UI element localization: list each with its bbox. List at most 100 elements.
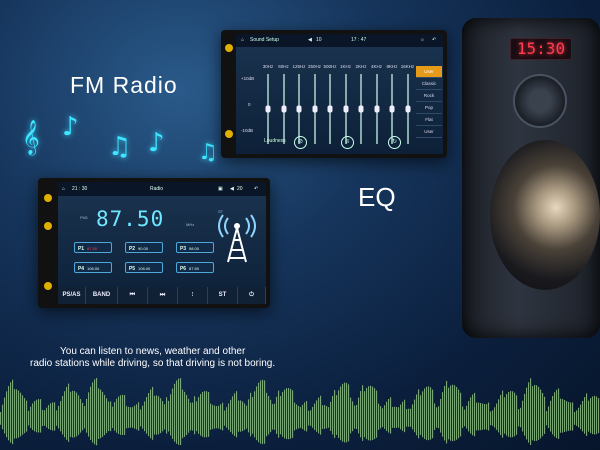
home-icon[interactable]: ⌂ <box>62 182 65 196</box>
preset-label: P4 <box>77 266 85 272</box>
waveform-bar <box>446 380 448 444</box>
back-icon[interactable]: ↶ <box>254 182 258 196</box>
display-icon[interactable]: ▣ <box>218 182 223 196</box>
preset-button-p2[interactable]: P2 90.00 <box>125 242 163 253</box>
eq-preset-rock[interactable]: Rock <box>416 90 442 102</box>
preset-button-p4[interactable]: P4 106.00 <box>74 262 112 273</box>
waveform-bar <box>454 385 456 441</box>
waveform-bar <box>574 411 576 425</box>
eq-icon[interactable]: ⫶ <box>178 287 208 304</box>
preset-label: P1 <box>77 246 85 252</box>
preset-button-p3[interactable]: P3 98.00 <box>176 242 214 253</box>
waveform-bar <box>284 389 286 439</box>
volume-knob-icon[interactable] <box>44 282 52 290</box>
home-icon[interactable]: ⌂ <box>241 34 244 47</box>
eq-band-label: 30Hz <box>262 64 274 69</box>
eq-band-label: 250Hz <box>307 64 322 69</box>
waveform-bar <box>556 389 558 439</box>
waveform-bar <box>368 386 370 441</box>
eq-slider-handle[interactable] <box>343 105 348 113</box>
power-icon[interactable]: ⏻ <box>238 287 266 304</box>
power-knob-icon[interactable] <box>44 194 52 202</box>
waveform-bar <box>50 403 52 431</box>
waveform-bar <box>242 401 244 432</box>
waveform-bar <box>342 383 344 442</box>
frequency-unit: MHz <box>186 222 195 227</box>
waveform-bar <box>28 410 30 426</box>
preset-button-p6[interactable]: P6 87.50 <box>176 262 214 273</box>
waveform-bar <box>568 401 570 431</box>
waveform-bar <box>370 385 372 441</box>
brightness-icon[interactable]: ☼ <box>420 34 425 47</box>
eq-preset-pop[interactable]: Pop <box>416 102 442 114</box>
eq-reset-icon[interactable]: ≡ <box>341 136 354 149</box>
back-icon[interactable]: ↶ <box>432 34 436 47</box>
eq-preset-classic[interactable]: Classic <box>416 78 442 90</box>
waveform-bar <box>580 404 582 430</box>
waveform-bar <box>442 392 444 437</box>
eq-slider-handle[interactable] <box>281 105 286 113</box>
power-knob-icon[interactable] <box>225 44 233 52</box>
waveform-bar <box>172 388 174 439</box>
eq-slider-handle[interactable] <box>296 105 302 113</box>
eq-slider-handle[interactable] <box>358 105 364 113</box>
prev-button[interactable]: ⏮ <box>118 287 148 304</box>
waveform-bar <box>422 391 424 438</box>
radio-status-bar: ⌂ 21 : 30 Radio ▣ ◀ 20 ↶ <box>58 182 266 196</box>
music-note-icon: ♪ <box>148 128 165 158</box>
eq-slider-handle[interactable] <box>327 105 333 113</box>
waveform-bar <box>324 405 326 429</box>
next-button[interactable]: ⏭ <box>148 287 178 304</box>
waveform-bar <box>544 396 546 434</box>
waveform-bar <box>530 378 532 446</box>
mode-button-icon[interactable] <box>44 222 52 230</box>
preset-label: P6 <box>179 266 187 272</box>
waveform-bar <box>118 396 120 435</box>
st-button[interactable]: ST <box>208 287 238 304</box>
eq-preset-flat[interactable]: Flat <box>416 114 442 126</box>
eq-slider-handle[interactable] <box>312 105 317 113</box>
eq-screen: ⌂ Sound Setup ◀ 10 17 : 47 ☼ ↶ +10dB 0 -… <box>236 34 443 154</box>
waveform-bar <box>234 393 236 436</box>
ps-as-button[interactable]: PS/AS <box>58 287 86 304</box>
waveform-bar <box>220 404 222 430</box>
waveform-bar <box>22 395 24 435</box>
waveform-bar <box>152 386 154 440</box>
eq-slider-handle[interactable] <box>374 105 379 113</box>
waveform-bar <box>438 406 440 429</box>
eq-slider-handle[interactable] <box>405 105 410 113</box>
waveform-bar <box>436 407 438 428</box>
waveform-bar <box>90 386 92 440</box>
band-button[interactable]: BAND <box>86 287 118 304</box>
waveform-bar <box>304 402 306 431</box>
waveform-bar <box>576 410 578 426</box>
eq-slider-handle[interactable] <box>389 105 395 113</box>
waveform-bar <box>494 407 496 428</box>
waveform-bar <box>440 398 442 433</box>
eq-title: EQ <box>358 182 396 212</box>
eq-refresh-icon[interactable]: ↻ <box>388 136 401 149</box>
waveform-bar <box>578 407 580 428</box>
waveform-bar <box>166 397 168 434</box>
radio-screen: ⌂ 21 : 30 Radio ▣ ◀ 20 ↶ FM1 87.50 MHz S… <box>58 182 266 304</box>
waveform-bar <box>244 403 246 430</box>
waveform-bar <box>250 392 252 437</box>
preset-button-p1[interactable]: P1 87.50 <box>74 242 112 253</box>
scale-mid: 0 <box>248 102 251 107</box>
loudness-icon[interactable]: ⊘ <box>294 136 307 149</box>
eq-band-label: 125Hz <box>292 64 306 69</box>
waveform-bar <box>34 401 36 432</box>
waveform-bar <box>112 406 114 429</box>
waveform-bar <box>10 382 12 443</box>
waveform-bar <box>596 396 598 435</box>
waveform-bar <box>288 388 290 440</box>
waveform-bar <box>252 397 254 434</box>
waveform-bar <box>200 393 202 436</box>
waveform-bar <box>584 397 586 434</box>
eq-preset-user[interactable]: User <box>416 126 442 138</box>
eq-preset-user[interactable]: User <box>416 66 442 78</box>
waveform-bar <box>400 404 402 430</box>
volume-knob-icon[interactable] <box>225 130 233 138</box>
preset-button-p5[interactable]: P5 108.00 <box>125 262 163 273</box>
eq-slider-handle[interactable] <box>265 105 271 113</box>
